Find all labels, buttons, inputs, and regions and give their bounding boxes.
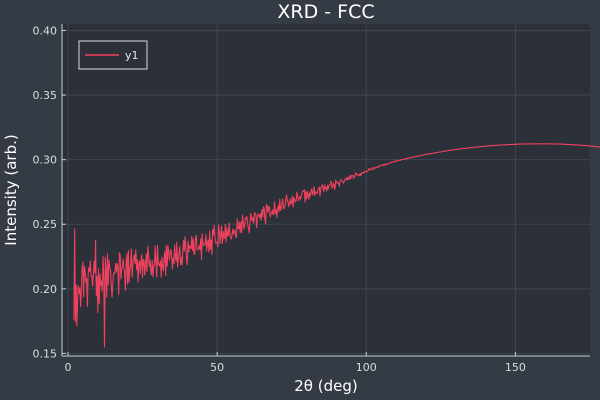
x-tick-label: 150 [505, 361, 526, 374]
y-tick-label: 0.15 [33, 347, 58, 360]
y-tick-label: 0.30 [33, 154, 58, 167]
x-axis-title: 2θ (deg) [294, 377, 357, 395]
legend-label-y1: y1 [125, 49, 139, 62]
x-tick-label: 0 [64, 361, 71, 374]
x-tick-label: 100 [356, 361, 377, 374]
chart-title: XRD - FCC [277, 1, 374, 23]
x-tick-label: 50 [210, 361, 224, 374]
y-tick-label: 0.40 [33, 24, 58, 37]
xrd-chart: 0 50 100 150 0.15 0.20 0.25 0.30 0.35 0.40 XRD -… [0, 0, 600, 400]
y-axis-title: Intensity (arb.) [2, 134, 20, 245]
y-tick-label: 0.20 [33, 283, 58, 296]
legend: y1 [78, 40, 148, 70]
y-tick-label: 0.35 [33, 89, 58, 102]
y-tick-label: 0.25 [33, 218, 58, 231]
